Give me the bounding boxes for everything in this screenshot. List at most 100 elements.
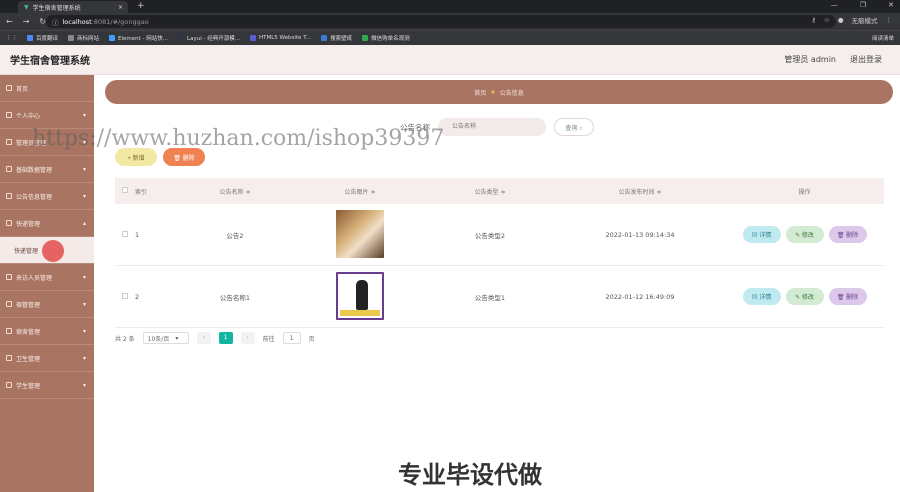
reading-list-label: 阅读清单 [871,36,894,42]
sidebar-item-visitors[interactable]: 来访人员管理 ▾ [0,264,94,291]
chevron-down-icon: ▾ [175,334,179,342]
key-icon[interactable]: ⚷ [811,16,816,24]
delete-button[interactable]: 🗑 删除 [828,288,867,305]
url-path: :8081/#/gonggao [91,17,149,26]
student-icon [6,382,12,388]
star-icon[interactable]: ☆ [824,16,830,24]
browser-tab[interactable]: ▼ 学生宿舍管理系统 × [18,1,128,13]
bookmark[interactable]: 百度翻译 [27,34,58,42]
column-header[interactable]: 公告类型 ≑ [425,187,555,196]
menu-icon[interactable]: ⋮ [886,16,893,24]
bookmark[interactable]: 微信购单名观测 [362,34,410,42]
breadcrumb-current: 公告信息 [499,89,524,97]
sidebar-item-dormadmins[interactable]: 宿管管理 ▾ [0,291,94,318]
minimize-button[interactable]: — [831,1,838,9]
vue-logo-icon: ▼ [24,3,29,11]
bookmark-label: 商标网站 [77,36,100,42]
page-number[interactable]: 1 [218,332,233,344]
notice-table: 索引 公告名称 ≑ 公告图片 ≑ 公告类型 ≑ 公告发布时间 ≑ 操作 1 公告… [115,178,884,328]
new-tab-button[interactable]: + [137,1,145,11]
sidebar-item-home[interactable]: 首页 [0,75,94,102]
close-window-button[interactable]: ✕ [888,1,894,9]
sidebar-item-label: 快递管理 [14,247,39,255]
logout-link[interactable]: 退出登录 [850,54,882,65]
breadcrumb: 首页 ★ 公告信息 [105,80,893,104]
page-suffix: 页 [308,335,315,343]
bookmark-favicon-icon [249,35,256,41]
row-checkbox[interactable] [122,230,128,237]
chevron-down-icon: ▾ [82,327,86,335]
search-button[interactable]: 查询 ○ [554,118,594,136]
close-tab-icon[interactable]: × [118,4,123,11]
sidebar-item-notices[interactable]: 公告信息管理 ▾ [0,183,94,210]
goto-page-input[interactable]: 1 [282,332,301,344]
bookmark-favicon-icon [362,35,369,41]
forward-icon[interactable]: → [23,17,30,26]
sidebar-item-basedata[interactable]: 基础数据管理 ▾ [0,156,94,183]
notice-image-dog[interactable] [336,209,384,258]
visitor-icon [6,274,12,280]
next-page-button[interactable]: › [240,332,255,344]
bookmark[interactable]: Element - 网站快... [109,34,168,42]
sidebar-item-label: 卫生管理 [16,355,41,363]
search-input[interactable] [438,118,546,136]
info-icon: ⓘ [52,18,59,27]
column-header[interactable]: 公告名称 ≑ [175,187,295,196]
page-size-select[interactable]: 10条/页 ▾ [142,332,189,344]
bookmark-favicon-icon [68,35,75,41]
edit-button[interactable]: ✎ 修改 [785,288,824,305]
notice-icon [6,193,12,199]
app-title: 学生宿舍管理系统 [10,56,90,67]
bookmark[interactable]: Layui - 经典开源模... [178,34,240,42]
detail-button[interactable]: ▤ 详情 [742,288,781,305]
sidebar-item-label: 来访人员管理 [16,274,53,282]
sidebar-item-label: 学生管理 [16,382,41,390]
notice-name: 公告名称1 [219,293,251,302]
detail-button[interactable]: ▤ 详情 [742,226,781,243]
sidebar-item-label: 宿管管理 [16,301,41,309]
bookmark[interactable]: 搜索壁纸 [321,34,352,42]
table-row: 1 公告2 公告类型2 2022-01-13 09:14:34 ▤ 详情 ✎ 修… [115,204,884,266]
delete-button[interactable]: 🗑 删除 [828,226,867,243]
user-icon [6,112,12,118]
notice-name: 公告2 [226,231,244,240]
row-checkbox[interactable] [122,292,128,299]
chevron-down-icon: ▾ [82,354,86,362]
page-size-value: 10条/页 [147,335,170,343]
sidebar-item-students[interactable]: 学生管理 ▾ [0,372,94,399]
reading-list[interactable]: 阅读清单 [872,34,894,42]
column-header[interactable]: 公告图片 ≑ [295,187,425,196]
table-header: 索引 公告名称 ≑ 公告图片 ≑ 公告类型 ≑ 公告发布时间 ≑ 操作 [115,178,884,204]
home-icon [6,85,12,91]
sidebar-item-dorms[interactable]: 宿舍管理 ▾ [0,318,94,345]
bookmark[interactable]: 商标网站 [68,34,99,42]
bookmark-favicon-icon [109,35,116,41]
back-icon[interactable]: ← [6,17,13,26]
column-header[interactable]: 公告发布时间 ≑ [555,187,725,196]
browser-tab-strip: ▼ 学生宿舍管理系统 × + — ❐ ✕ [0,0,900,13]
apps-icon[interactable]: ⋮⋮ [6,35,17,41]
profile-label[interactable]: 无痕模式 [852,15,878,25]
bookmark-label: 微信购单名观测 [371,36,410,42]
sidebar-item-hygiene[interactable]: 卫生管理 ▾ [0,345,94,372]
chevron-down-icon: ▾ [82,192,86,200]
bookmark[interactable]: HTML5 Website T... [249,35,311,41]
restore-button[interactable]: ❐ [860,1,866,9]
bookmarks-bar: ⋮⋮ 百度翻译 商标网站 Element - 网站快... Layui - 经典… [0,30,900,45]
edit-button[interactable]: ✎ 修改 [785,226,824,243]
click-indicator [42,240,64,262]
notice-image-person[interactable] [336,271,384,320]
table-row: 2 公告名称1 公告类型1 2022-01-12 16:49:09 ▤ 详情 ✎… [115,266,884,328]
watermark: https://www.huzhan.com/ishop39397 [32,126,445,151]
column-header: 操作 [798,188,811,196]
sidebar-item-express[interactable]: 快递管理 ▴ [0,210,94,237]
star-icon: ★ [490,88,496,96]
select-all-checkbox[interactable] [122,187,128,193]
admin-label: 管理员 admin [784,55,836,64]
breadcrumb-home[interactable]: 首页 [474,88,486,97]
prev-page-button[interactable]: ‹ [196,332,211,344]
promo-caption: 专业毕设代做 [398,461,542,489]
notice-time: 2022-01-13 09:14:34 [605,230,675,239]
url-field[interactable]: ⓘ localhost:8081/#/gonggao [46,15,836,28]
sidebar-item-profile[interactable]: 个人中心 ▾ [0,102,94,129]
